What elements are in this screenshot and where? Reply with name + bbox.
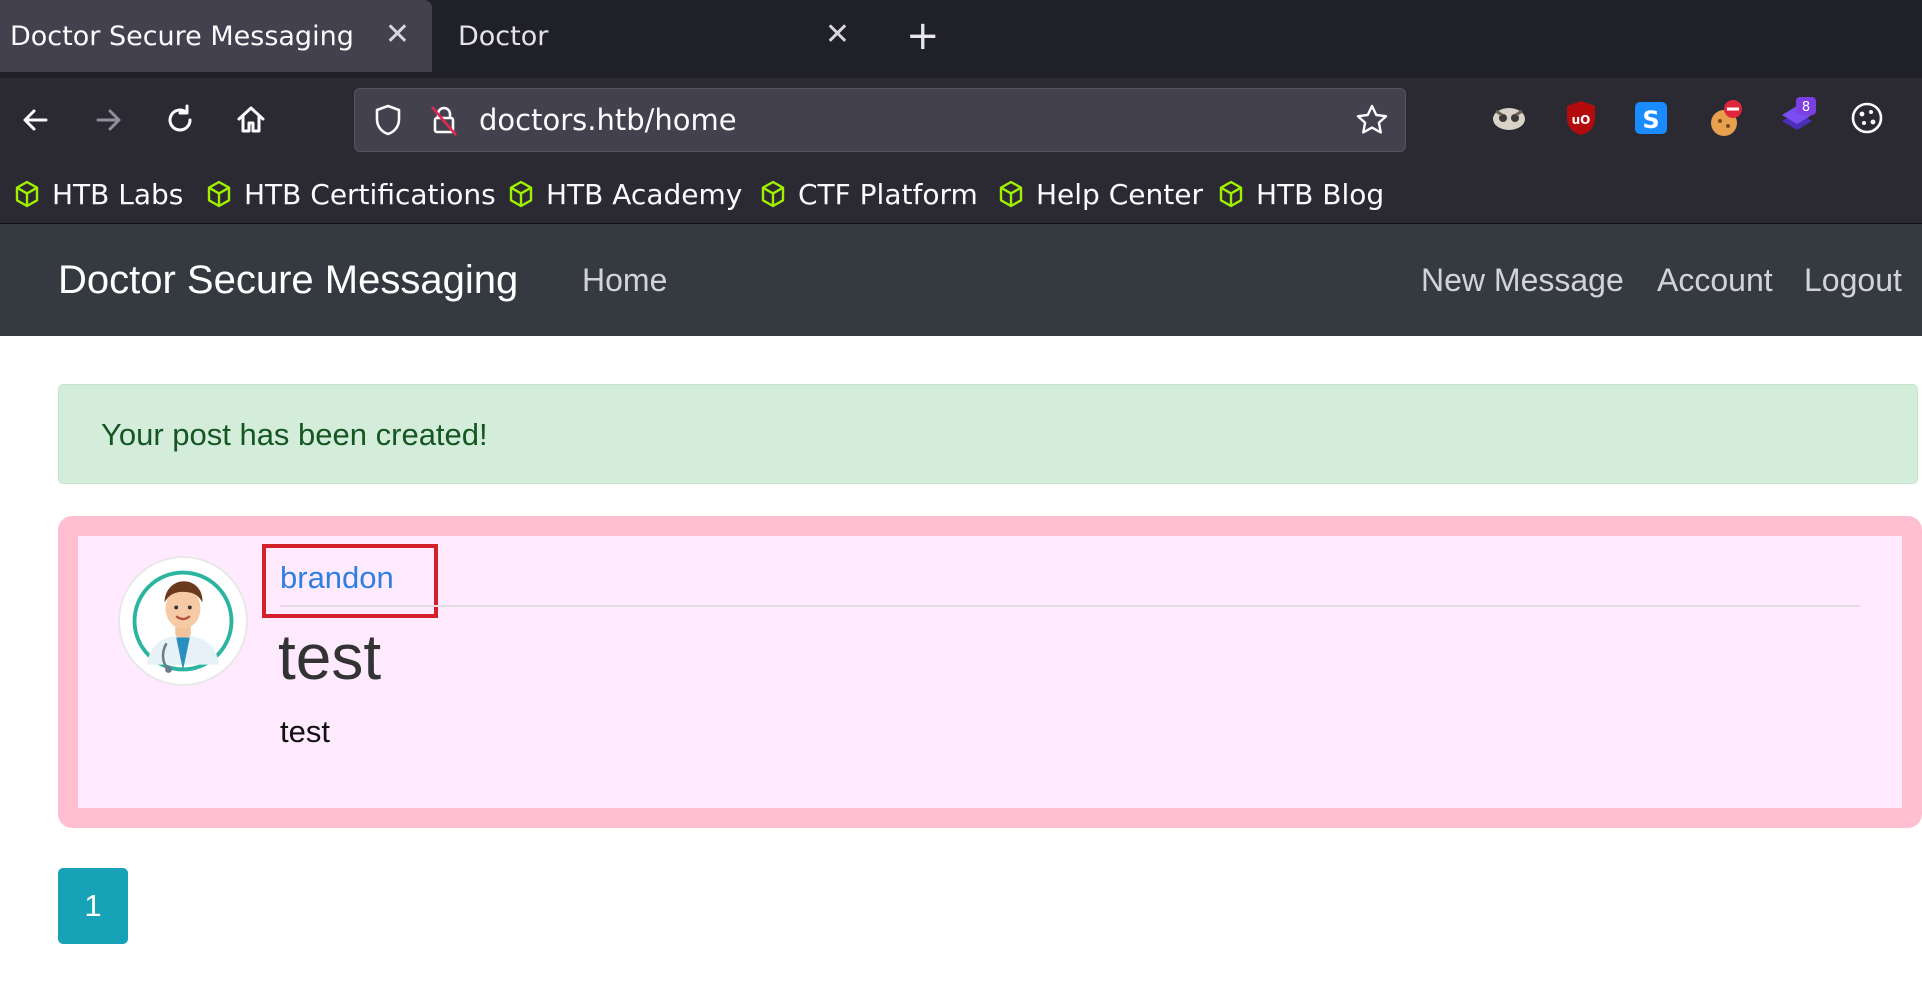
home-icon[interactable]: [231, 100, 271, 140]
bookmark-htb-academy[interactable]: HTB Academy: [506, 174, 742, 214]
alert-text: Your post has been created!: [101, 417, 488, 452]
nav-link-account[interactable]: Account: [1657, 262, 1773, 299]
post-divider: [280, 605, 1860, 607]
bookmark-label: Help Center: [1036, 177, 1203, 211]
htb-cube-icon: [509, 180, 533, 208]
bookmark-label: HTB Labs: [52, 177, 184, 211]
post-title[interactable]: test: [278, 620, 381, 694]
back-arrow-icon[interactable]: [16, 100, 56, 140]
bookmark-ctf-platform[interactable]: CTF Platform: [758, 174, 978, 214]
wappalyzer-extension-icon[interactable]: [1488, 97, 1530, 139]
htb-cube-icon: [1219, 180, 1243, 208]
cookie-blocker-extension-icon[interactable]: [1704, 97, 1746, 139]
ublock-origin-icon[interactable]: uO: [1560, 97, 1602, 139]
bookmark-label: CTF Platform: [798, 177, 978, 211]
forward-arrow-icon[interactable]: [88, 100, 128, 140]
tab-title: Doctor Secure Messaging: [10, 20, 354, 52]
bookmark-label: HTB Academy: [546, 177, 743, 211]
extension-badge-count: 8: [1802, 100, 1810, 115]
svg-text:uO: uO: [1572, 113, 1591, 127]
site-brand[interactable]: Doctor Secure Messaging: [58, 258, 518, 303]
skype-s-extension-icon[interactable]: S: [1630, 97, 1672, 139]
url-text[interactable]: doctors.htb/home: [479, 103, 737, 137]
bookmark-star-icon[interactable]: [1353, 101, 1391, 143]
url-bar[interactable]: doctors.htb/home: [354, 88, 1406, 152]
doctor-avatar: [118, 556, 248, 686]
htb-cube-icon: [207, 180, 231, 208]
bookmark-label: HTB Certifications: [244, 177, 496, 211]
svg-text:S: S: [1642, 106, 1659, 134]
bookmark-htb-certifications[interactable]: HTB Certifications: [204, 174, 496, 214]
post-body: test: [280, 714, 330, 749]
tab-doctor[interactable]: Doctor ✕: [432, 0, 872, 72]
close-icon[interactable]: ✕: [825, 20, 850, 50]
bookmark-htb-labs[interactable]: HTB Labs: [12, 174, 183, 214]
bookmark-help-center[interactable]: Help Center: [996, 174, 1203, 214]
reload-icon[interactable]: [160, 100, 200, 140]
bookmark-label: HTB Blog: [1256, 177, 1385, 211]
insecure-lock-icon[interactable]: [425, 101, 463, 143]
success-alert: Your post has been created!: [58, 384, 1918, 484]
nav-link-logout[interactable]: Logout: [1804, 262, 1902, 299]
nav-link-new-message[interactable]: New Message: [1421, 262, 1624, 299]
htb-cube-icon: [15, 180, 39, 208]
close-icon[interactable]: ✕: [385, 20, 410, 50]
shield-icon[interactable]: [369, 101, 407, 143]
htb-cube-icon: [999, 180, 1023, 208]
layers-extension-icon[interactable]: 8: [1776, 97, 1818, 139]
htb-cube-icon: [761, 180, 785, 208]
pagination-page-button[interactable]: 1: [58, 868, 128, 944]
new-tab-plus-icon[interactable]: +: [906, 16, 940, 56]
nav-link-home[interactable]: Home: [582, 262, 667, 299]
tab-title: Doctor: [458, 20, 549, 52]
tab-doctor-secure-messaging[interactable]: Doctor Secure Messaging ✕: [0, 0, 432, 72]
bookmark-htb-blog[interactable]: HTB Blog: [1216, 174, 1384, 214]
cookie-editor-icon[interactable]: [1846, 97, 1888, 139]
